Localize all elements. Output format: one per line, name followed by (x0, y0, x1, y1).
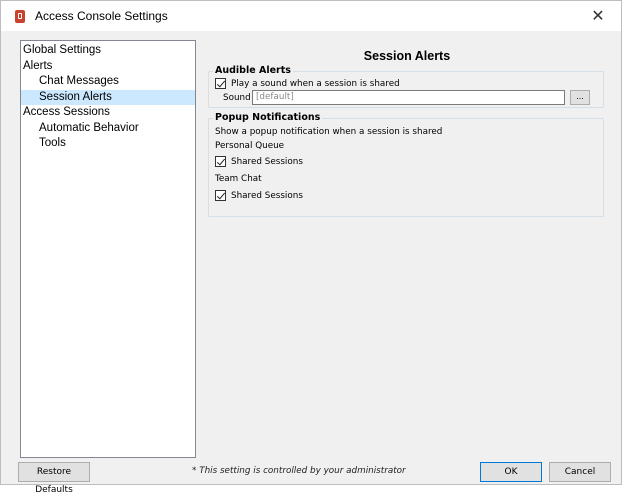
personal-shared-sessions-checkbox[interactable] (215, 156, 226, 167)
panel-title: Session Alerts (363, 49, 451, 63)
play-sound-checkbox[interactable] (215, 78, 226, 89)
team-shared-sessions-label: Shared Sessions (231, 191, 303, 201)
personal-shared-sessions-label: Shared Sessions (231, 157, 303, 167)
app-icon (15, 10, 25, 23)
tree-item-global-settings[interactable]: Global Settings (21, 43, 195, 59)
window-title: Access Console Settings (35, 9, 168, 23)
ok-button[interactable]: OK (480, 462, 542, 482)
popup-description: Show a popup notification when a session… (215, 127, 443, 137)
sound-field[interactable]: [default] (252, 90, 565, 105)
admin-note: * This setting is controlled by your adm… (192, 466, 406, 476)
close-icon: ✕ (591, 8, 605, 25)
cancel-button[interactable]: Cancel (549, 462, 611, 482)
tree-item-alerts[interactable]: Alerts (21, 59, 195, 75)
tree-item-tools[interactable]: Tools (21, 136, 195, 152)
team-chat-label: Team Chat (215, 174, 262, 184)
settings-tree[interactable]: Global Settings Alerts Chat Messages Ses… (20, 40, 196, 458)
close-button[interactable]: ✕ (575, 1, 621, 31)
title-bar: Access Console Settings ✕ (1, 1, 621, 31)
play-sound-label: Play a sound when a session is shared (231, 79, 400, 89)
restore-defaults-button[interactable]: Restore Defaults (18, 462, 90, 495)
sound-label: Sound (223, 93, 251, 103)
popup-notifications-legend: Popup Notifications (213, 112, 323, 124)
personal-queue-label: Personal Queue (215, 141, 285, 151)
tree-item-session-alerts[interactable]: Session Alerts (21, 89, 195, 105)
browse-sound-button[interactable]: ... (570, 90, 590, 105)
tree-item-access-sessions[interactable]: Access Sessions (21, 105, 195, 121)
team-shared-sessions-checkbox[interactable] (215, 190, 226, 201)
audible-alerts-legend: Audible Alerts (213, 65, 293, 77)
tree-item-chat-messages[interactable]: Chat Messages (21, 74, 195, 90)
tree-item-automatic-behavior[interactable]: Automatic Behavior (21, 121, 195, 137)
